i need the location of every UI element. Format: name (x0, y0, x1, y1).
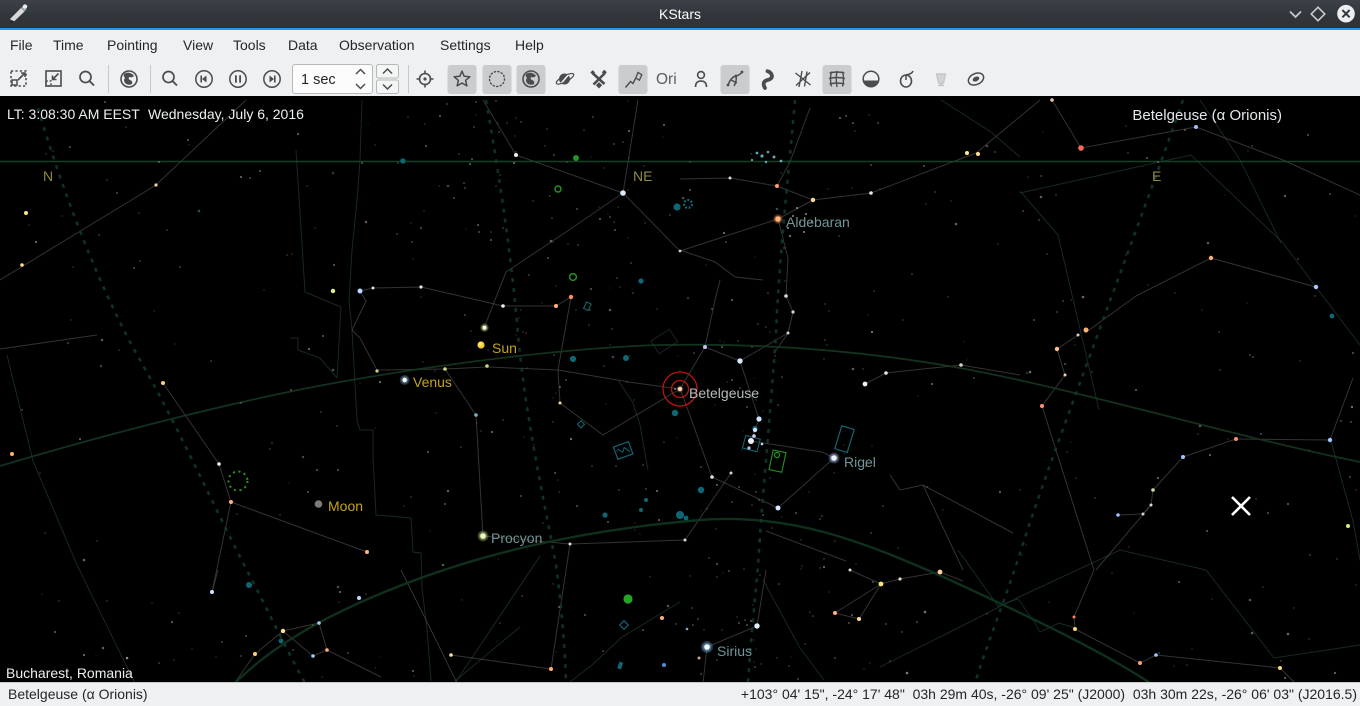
svg-text:Ori: Ori (656, 71, 677, 88)
svg-text:1 sec: 1 sec (301, 72, 336, 88)
svg-text:Moon: Moon (328, 498, 363, 514)
svg-text:Sirius: Sirius (717, 643, 752, 659)
svg-text:Betelgeuse: Betelgeuse (689, 385, 759, 401)
svg-text:Wednesday, July 6, 2016: Wednesday, July 6, 2016 (148, 106, 304, 122)
svg-text:Aldebaran: Aldebaran (786, 214, 850, 230)
svg-text:LT: 3:08:30 AM EEST: LT: 3:08:30 AM EEST (7, 106, 140, 122)
svg-text:Betelgeuse (α Orionis): Betelgeuse (α Orionis) (1132, 107, 1282, 124)
svg-text:Venus: Venus (413, 374, 452, 390)
svg-text:Procyon: Procyon (491, 530, 542, 546)
svg-text:Bucharest, Romania: Bucharest, Romania (6, 665, 133, 681)
svg-text:Rigel: Rigel (844, 454, 876, 470)
svg-text:N: N (43, 168, 53, 184)
svg-text:Sun: Sun (492, 340, 517, 356)
svg-text:E: E (1152, 168, 1161, 184)
svg-text:NE: NE (633, 168, 652, 184)
